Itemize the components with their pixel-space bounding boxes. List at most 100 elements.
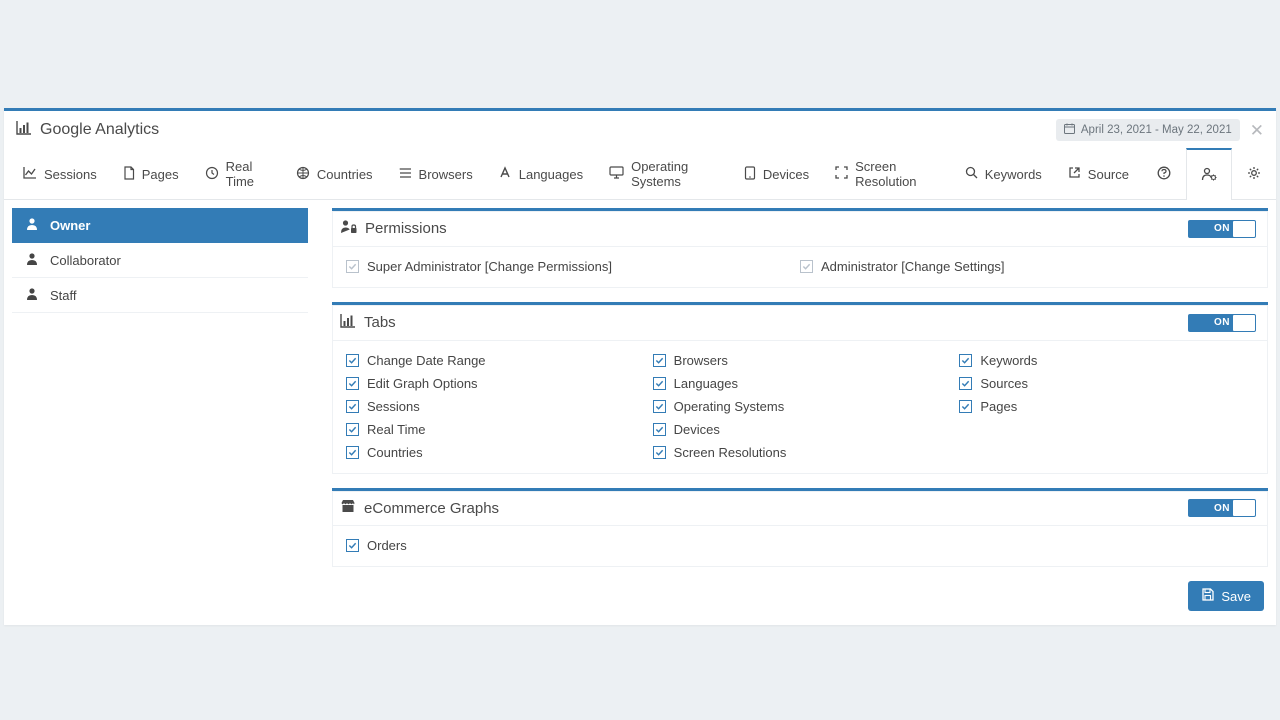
checkbox-label: Real Time [367,422,426,437]
permissions-toggle[interactable]: ON [1188,220,1256,238]
sidebar-item-staff[interactable]: Staff [12,278,308,313]
checkbox-label: Screen Resolutions [674,445,787,460]
user-icon [26,217,38,233]
search-icon [965,166,978,182]
checkbox-icon [346,423,359,436]
checkbox-icon [346,260,359,273]
tabs-toggle[interactable]: ON [1188,314,1256,332]
sidebar-item-owner[interactable]: Owner [12,208,308,243]
tab-label: Pages [142,167,179,182]
question-circle-icon [1157,166,1171,183]
tab-checkbox-grid: Change Date Range Browsers Keywords Edit Gr… [346,351,1254,462]
tab-sessions[interactable]: Sessions [10,147,110,199]
checkbox-label: Keywords [980,353,1037,368]
panel-title: eCommerce Graphs [364,500,499,517]
tab-browsers[interactable]: Browsers [386,147,486,199]
bar-chart-icon [16,120,32,140]
tab-devices[interactable]: Devices [731,147,822,199]
expand-icon [835,166,848,182]
font-icon [499,166,512,182]
save-icon [1201,588,1214,604]
user-gear-button[interactable] [1186,148,1232,200]
clock-icon [205,166,219,183]
checkbox-orders[interactable]: Orders [346,536,1254,555]
checkbox-label: Sessions [367,399,420,414]
date-range-button[interactable]: April 23, 2021 - May 22, 2021 [1056,119,1240,141]
toggle-label: ON [1214,317,1230,328]
sidebar-item-label: Collaborator [50,253,121,268]
checkbox-item[interactable]: Sources [959,374,1254,393]
checkbox-super-admin[interactable]: Super Administrator [Change Permissions] [346,257,800,276]
tab-label: Real Time [226,159,270,189]
help-button[interactable] [1142,147,1186,199]
sidebar-item-collaborator[interactable]: Collaborator [12,243,308,278]
panel-ecommerce: eCommerce Graphs ON Orders [332,488,1268,567]
calendar-icon [1064,123,1075,137]
save-button[interactable]: Save [1188,581,1264,611]
list-icon [399,167,412,182]
checkbox-admin[interactable]: Administrator [Change Settings] [800,257,1254,276]
tab-label: Operating Systems [631,159,718,189]
tab-label: Devices [763,167,809,182]
tab-countries[interactable]: Countries [283,147,386,199]
store-icon [340,499,356,517]
sidebar: Owner Collaborator Staff [12,208,308,611]
checkbox-item[interactable]: Real Time [346,420,641,439]
checkbox-icon [653,354,666,367]
tab-keywords[interactable]: Keywords [952,147,1055,199]
checkbox-label: Super Administrator [Change Permissions] [367,259,612,274]
checkbox-label: Edit Graph Options [367,376,478,391]
line-chart-icon [23,166,37,182]
globe-icon [296,166,310,183]
checkbox-item[interactable]: Edit Graph Options [346,374,641,393]
tab-real-time[interactable]: Real Time [192,147,283,199]
tab-pages[interactable]: Pages [110,147,192,199]
checkbox-label: Administrator [Change Settings] [821,259,1005,274]
user-icon [26,287,38,303]
checkbox-label: Change Date Range [367,353,486,368]
tab-label: Countries [317,167,373,182]
checkbox-label: Browsers [674,353,728,368]
checkbox-item[interactable]: Screen Resolutions [653,443,948,462]
checkbox-item[interactable]: Devices [653,420,948,439]
tab-label: Screen Resolution [855,159,939,189]
checkbox-item[interactable]: Operating Systems [653,397,948,416]
user-lock-icon [340,219,357,238]
page-title-text: Google Analytics [40,121,159,139]
main-tabs: Sessions Pages Real Time Countries Brows… [4,147,1276,200]
panel-tabs: Tabs ON Change Date RangeBrowsersKeyword… [332,302,1268,474]
close-icon[interactable]: ✕ [1250,122,1264,139]
checkbox-icon [346,446,359,459]
tablet-icon [744,166,756,183]
tab-operating-systems[interactable]: Operating Systems [596,147,731,199]
tab-languages[interactable]: Languages [486,147,596,199]
checkbox-label: Countries [367,445,423,460]
tab-source[interactable]: Source [1055,147,1142,199]
panel-title: Permissions [365,220,447,237]
checkbox-item[interactable]: Keywords [959,351,1254,370]
save-button-label: Save [1221,589,1251,604]
tab-label: Languages [519,167,583,182]
tab-label: Sessions [44,167,97,182]
desktop-icon [609,166,624,182]
checkbox-item[interactable]: Change Date Range [346,351,641,370]
tab-screen-resolution[interactable]: Screen Resolution [822,147,952,199]
checkbox-icon [959,354,972,367]
checkbox-icon [800,260,813,273]
settings-button[interactable] [1232,147,1276,199]
checkbox-item[interactable]: Languages [653,374,948,393]
checkbox-item[interactable]: Pages [959,397,1254,416]
checkbox-label: Operating Systems [674,399,785,414]
external-link-icon [1068,166,1081,182]
save-row: Save [332,581,1268,611]
checkbox-icon [959,400,972,413]
ecommerce-toggle[interactable]: ON [1188,499,1256,517]
checkbox-icon [653,446,666,459]
checkbox-item[interactable]: Countries [346,443,641,462]
toggle-label: ON [1214,223,1230,234]
checkbox-item[interactable]: Browsers [653,351,948,370]
checkbox-icon [346,400,359,413]
checkbox-icon [653,423,666,436]
checkbox-icon [959,377,972,390]
checkbox-item[interactable]: Sessions [346,397,641,416]
